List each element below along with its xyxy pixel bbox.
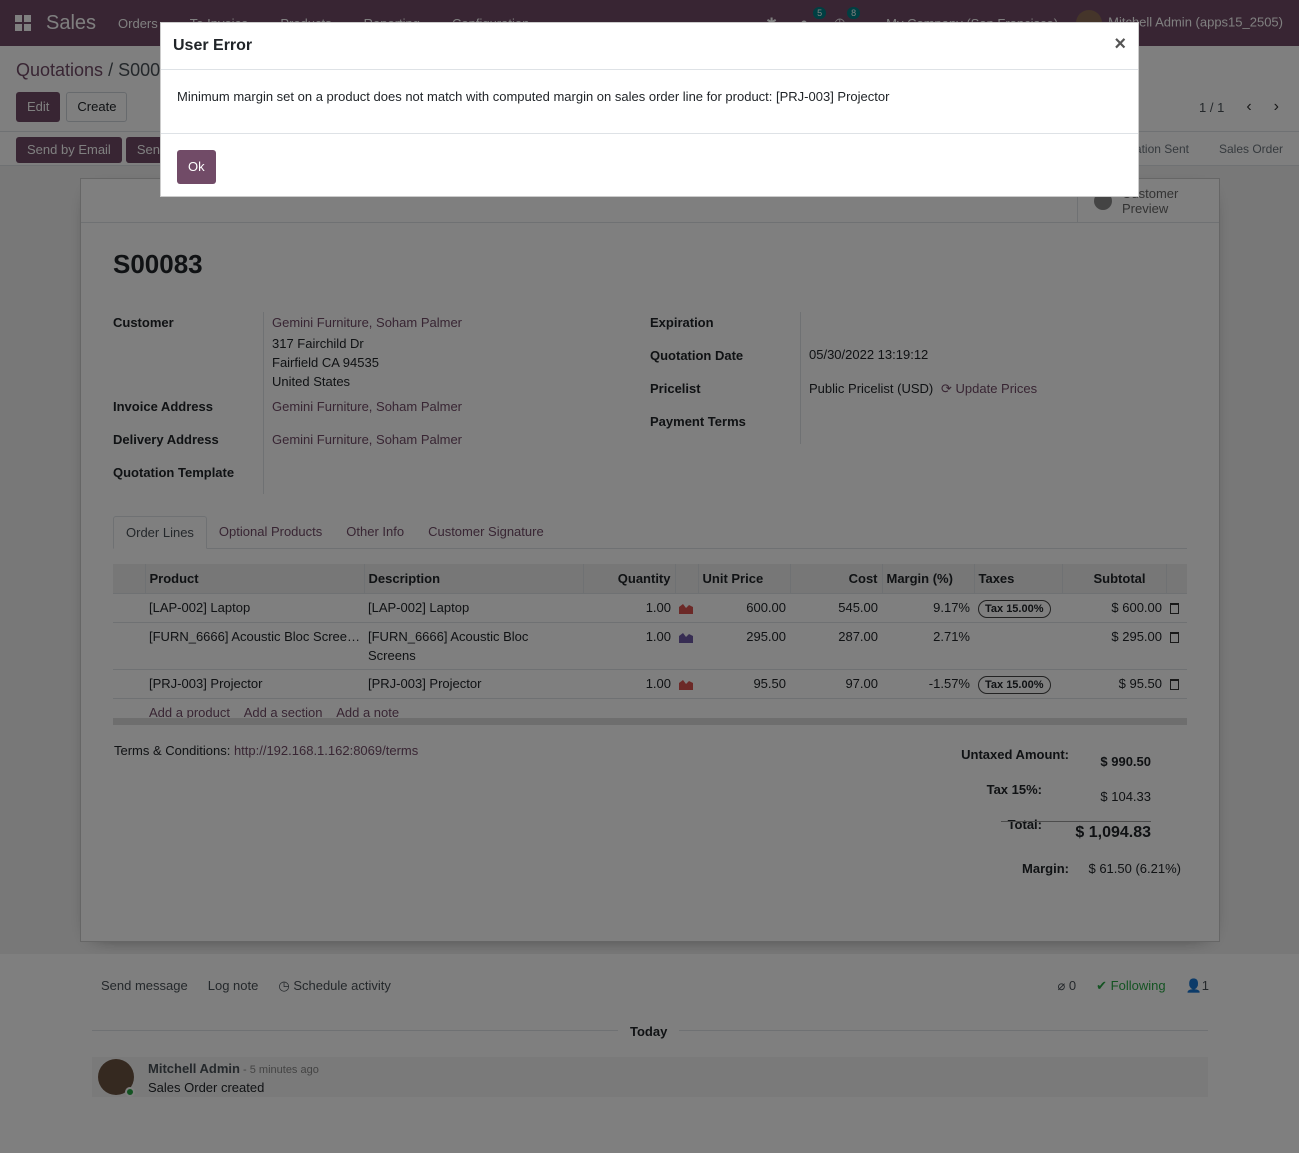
dialog-footer: Ok	[161, 134, 1138, 196]
ok-button[interactable]: Ok	[177, 150, 216, 184]
dialog-title: User Error	[173, 37, 253, 54]
dialog-header: User Error ×	[161, 23, 1138, 70]
dialog-body: Minimum margin set on a product does not…	[161, 70, 1138, 134]
user-error-dialog: User Error × Minimum margin set on a pro…	[160, 22, 1139, 197]
close-icon[interactable]: ×	[1114, 33, 1126, 56]
dialog-message: Minimum margin set on a product does not…	[177, 89, 890, 104]
